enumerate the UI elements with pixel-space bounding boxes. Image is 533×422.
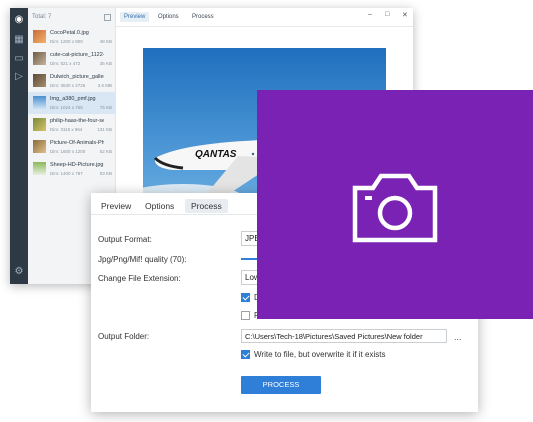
output-folder-input[interactable]: C:\Users\Tech-18\Pictures\Saved Pictures… <box>241 329 447 343</box>
file-dimensions: Dim: 1024 x 768 <box>50 105 83 110</box>
tab-process[interactable]: Process <box>185 199 228 213</box>
file-thumbnail <box>33 30 46 43</box>
file-list-item[interactable]: philip-haas-the-four-se... Dim: 3116 x 9… <box>28 114 116 136</box>
file-name: Picture-Of-Animals-Ph... <box>50 140 104 146</box>
tab-options[interactable]: Options <box>154 12 183 22</box>
preview-icon[interactable]: ▭ <box>13 53 25 65</box>
total-label: Total: <box>32 14 47 20</box>
file-size: 53 KB <box>99 171 112 176</box>
file-name: Sheep-HD-Picture.jpg <box>50 162 104 168</box>
file-list-item[interactable]: Sheep-HD-Picture.jpg Dim: 1400 x 787 53 … <box>28 158 116 180</box>
tab-process[interactable]: Process <box>188 12 218 22</box>
file-size: 36 KB <box>99 61 112 66</box>
file-total: Total: 7 <box>32 14 51 20</box>
navigation-rail: ◉ ▦ ▭ ▷ ⚙ <box>10 8 28 284</box>
quality-label: Jpg/Png/Mif! quality (70): <box>98 255 187 264</box>
file-size: 131 KB <box>97 127 112 132</box>
file-dimensions: Dim: 1600 x 1200 <box>50 149 86 154</box>
file-thumbnail <box>33 162 46 175</box>
app-logo-icon: ◉ <box>14 14 24 25</box>
file-size: 75 KB <box>99 105 112 110</box>
minimize-icon[interactable]: – <box>368 11 372 18</box>
file-thumbnail <box>33 52 46 65</box>
maximize-icon[interactable]: □ <box>385 11 389 18</box>
plane-livery-text: QANTAS <box>195 149 237 160</box>
browse-folder-button[interactable]: ... <box>454 332 462 342</box>
camera-icon <box>352 173 438 243</box>
file-list-item[interactable]: Dulwich_picture_gallery... Dim: 3530 x 2… <box>28 70 116 92</box>
file-name: philip-haas-the-four-se... <box>50 118 104 124</box>
file-thumbnail <box>33 74 46 87</box>
file-size: 48 KB <box>99 39 112 44</box>
tab-preview[interactable]: Preview <box>95 199 137 213</box>
option-checkbox-unchecked[interactable] <box>241 311 250 320</box>
file-size: 52 KB <box>99 149 112 154</box>
tab-options[interactable]: Options <box>139 199 180 213</box>
file-list-item[interactable]: cute-cat-picture_1122-... Dim: 521 x 472… <box>28 48 116 70</box>
output-format-label: Output Format: <box>98 235 152 244</box>
file-name: CocoPetal.0.jpg <box>50 30 89 36</box>
file-dimensions: Dim: 3116 x 964 <box>50 127 83 132</box>
option-checkbox-checked[interactable] <box>241 293 250 302</box>
file-thumbnail <box>33 140 46 153</box>
file-dimensions: Dim: 1200 x 800 <box>50 39 83 44</box>
file-thumbnail <box>33 96 46 109</box>
file-name: Img_a380_pmf.jpg <box>50 96 96 102</box>
file-thumbnail <box>33 118 46 131</box>
total-count: 7 <box>48 14 52 20</box>
tab-preview[interactable]: Preview <box>120 12 150 22</box>
photo-feature-card <box>257 90 533 319</box>
overwrite-checkbox[interactable] <box>241 350 250 359</box>
process-button[interactable]: PROCESS <box>241 376 321 394</box>
file-name: cute-cat-picture_1122-... <box>50 52 104 58</box>
file-dimensions: Dim: 521 x 472 <box>50 61 81 66</box>
file-size: 3.0 MB <box>97 83 112 88</box>
file-name: Dulwich_picture_gallery... <box>50 74 104 80</box>
file-list-item[interactable]: Picture-Of-Animals-Ph... Dim: 1600 x 120… <box>28 136 116 158</box>
file-dimensions: Dim: 3530 x 2725 <box>50 83 86 88</box>
file-list-item-selected[interactable]: Img_a380_pmf.jpg Dim: 1024 x 768 75 KB <box>28 92 116 114</box>
settings-gear-icon[interactable]: ⚙ <box>13 266 25 278</box>
close-icon[interactable]: ✕ <box>402 11 408 19</box>
overwrite-label: Write to file, but overwrite it if it ex… <box>254 350 386 359</box>
image-list-icon[interactable]: ▦ <box>13 34 25 46</box>
change-extension-label: Change File Extension: <box>98 274 181 283</box>
back-tab-bar: Preview Options Process – □ ✕ <box>116 8 413 27</box>
play-icon[interactable]: ▷ <box>13 71 25 83</box>
output-folder-label: Output Folder: <box>98 332 150 341</box>
file-dimensions: Dim: 1400 x 787 <box>50 171 83 176</box>
select-all-icon[interactable] <box>104 14 111 21</box>
file-list-item[interactable]: CocoPetal.0.jpg Dim: 1200 x 800 48 KB <box>28 26 116 48</box>
